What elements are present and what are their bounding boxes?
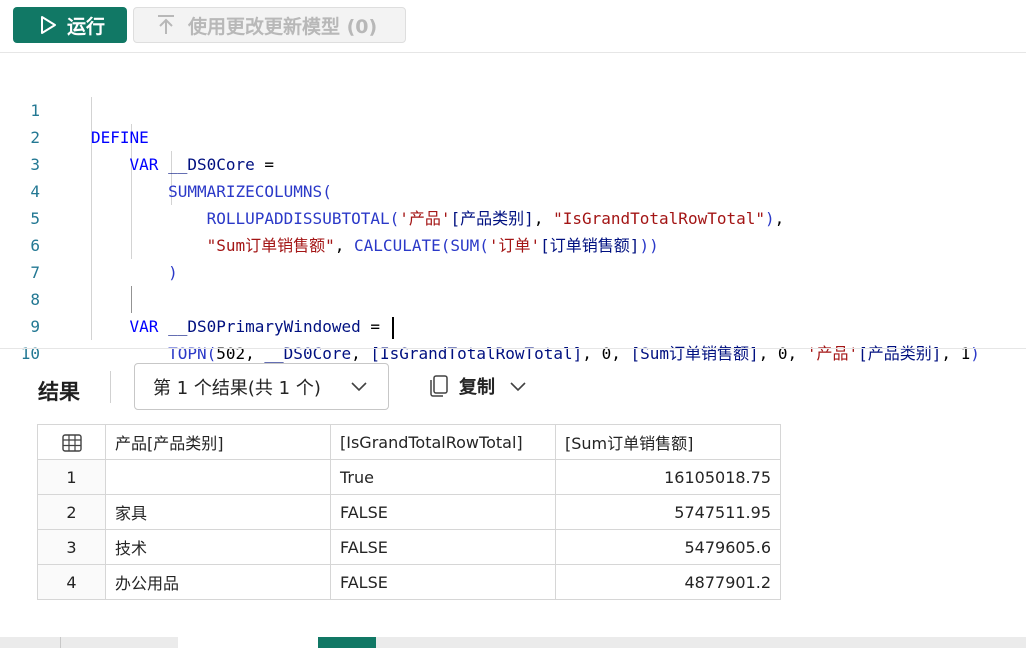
bottom-tab-active[interactable]: [318, 637, 376, 648]
row-index: 1: [37, 459, 106, 495]
code-line: 1 DEFINE: [0, 70, 1026, 147]
upload-icon: [158, 15, 174, 34]
dax-query-editor[interactable]: 1 DEFINE 2 VAR __DS0Core = 3 SUMMARIZECO…: [0, 70, 1026, 363]
result-selector-dropdown[interactable]: 第 1 个结果(共 1 个): [134, 363, 389, 410]
play-icon: [41, 16, 56, 34]
code-line: 10: [0, 313, 1026, 363]
cell-sum[interactable]: 5479605.6: [555, 529, 781, 565]
cell-is-total[interactable]: FALSE: [330, 564, 556, 600]
code-line: 5 "Sum订单销售额", CALCULATE(SUM('订单'[订单销售额])…: [0, 178, 1026, 255]
code-line: 3 SUMMARIZECOLUMNS(: [0, 124, 1026, 201]
update-model-button[interactable]: 使用更改更新模型 (0): [133, 7, 406, 43]
code-line: 7: [0, 232, 1026, 282]
results-header: 结果 第 1 个结果(共 1 个) 复制: [0, 348, 1026, 429]
bottom-tab-bar: [0, 637, 1026, 648]
column-header[interactable]: [IsGrandTotalRowTotal]: [330, 424, 556, 460]
cell-category[interactable]: 技术: [105, 529, 331, 565]
toolbar: 运行 使用更改更新模型 (0): [0, 0, 1026, 53]
copy-label: 复制: [459, 377, 495, 398]
row-index: 3: [37, 529, 106, 565]
cell-sum[interactable]: 5747511.95: [555, 494, 781, 530]
cell-category[interactable]: [105, 459, 331, 495]
table-row[interactable]: 2 家具 FALSE 5747511.95: [37, 494, 781, 530]
copy-icon: [430, 375, 448, 397]
column-header[interactable]: 产品[产品类别]: [105, 424, 331, 460]
table-icon: [61, 434, 82, 452]
cell-is-total[interactable]: FALSE: [330, 494, 556, 530]
results-table: 产品[产品类别] [IsGrandTotalRowTotal] [Sum订单销售…: [37, 424, 781, 600]
cell-is-total[interactable]: FALSE: [330, 529, 556, 565]
cell-sum[interactable]: 16105018.75: [555, 459, 781, 495]
table-row[interactable]: 3 技术 FALSE 5479605.6: [37, 529, 781, 565]
cell-category[interactable]: 办公用品: [105, 564, 331, 600]
chevron-down-icon: [510, 382, 526, 392]
row-index: 2: [37, 494, 106, 530]
results-title: 结果: [38, 380, 80, 404]
table-row[interactable]: 4 办公用品 FALSE 4877901.2: [37, 564, 781, 600]
column-header[interactable]: [Sum订单销售额]: [555, 424, 781, 460]
code-line: 2 VAR __DS0Core =: [0, 97, 1026, 174]
cell-category[interactable]: 家具: [105, 494, 331, 530]
row-index: 4: [37, 564, 106, 600]
code-line: 9 TOPN(502, __DS0Core, [IsGrandTotalRowT…: [0, 286, 1026, 363]
code-line: 6 ): [0, 205, 1026, 282]
run-button-label: 运行: [67, 15, 106, 38]
code-line: 4 ROLLUPADDISSUBTOTAL('产品'[产品类别], "IsGra…: [0, 151, 1026, 228]
result-selector-value: 第 1 个结果(共 1 个): [153, 377, 321, 399]
copy-button[interactable]: 复制: [429, 373, 527, 399]
cell-is-total[interactable]: True: [330, 459, 556, 495]
run-button[interactable]: 运行: [13, 7, 127, 43]
chevron-down-icon: [351, 382, 367, 392]
table-header-row: 产品[产品类别] [IsGrandTotalRowTotal] [Sum订单销售…: [37, 424, 781, 460]
bottom-tab[interactable]: [178, 637, 318, 648]
bottom-tab[interactable]: [60, 637, 61, 648]
update-model-label: 使用更改更新模型 (0): [188, 15, 378, 38]
table-row[interactable]: 1 True 16105018.75: [37, 459, 781, 495]
select-all-cell[interactable]: [37, 424, 106, 460]
code-line: 8 VAR __DS0PrimaryWindowed =: [0, 259, 1026, 339]
divider: [110, 371, 111, 403]
cell-sum[interactable]: 4877901.2: [555, 564, 781, 600]
